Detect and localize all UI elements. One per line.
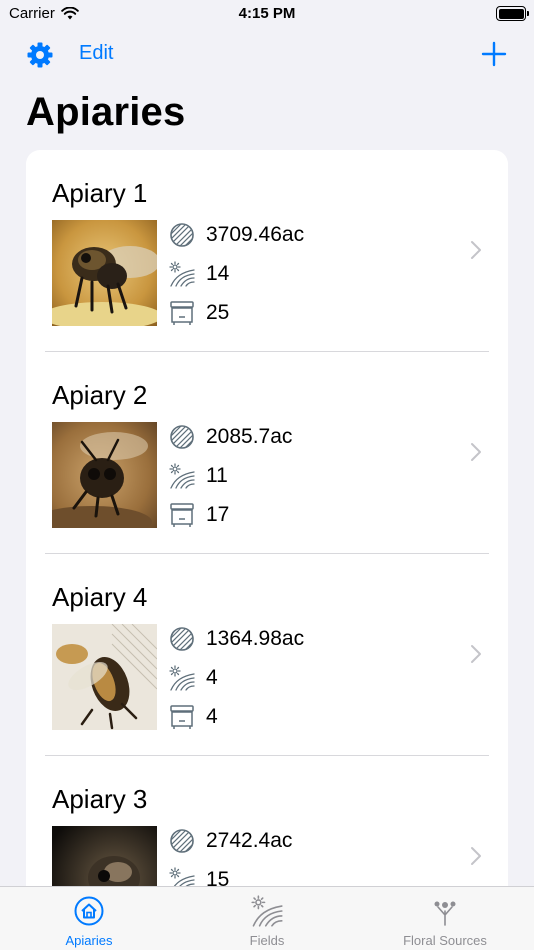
stat-hives: 4 (169, 702, 218, 732)
tab-label: Fields (249, 933, 285, 948)
plus-icon (481, 41, 507, 67)
hives-value: 4 (206, 705, 218, 728)
hives-value: 25 (206, 301, 230, 324)
area-value: 2742.4ac (206, 829, 293, 852)
apiary-row[interactable]: Apiary 4 1364.98ac 4 4 (26, 554, 508, 756)
area-icon (170, 829, 194, 853)
add-button[interactable] (480, 40, 508, 68)
battery-icon (496, 6, 529, 21)
tab-fields[interactable]: Fields (178, 887, 356, 950)
hive-icon (170, 705, 194, 729)
area-value: 2085.7ac (206, 425, 293, 448)
field-icon (169, 463, 195, 489)
apiary-row[interactable]: Apiary 1 3709.46ac 14 25 (26, 150, 508, 352)
settings-button[interactable] (25, 40, 55, 70)
screen: Carrier 4:15 PM Edit Apiaries Apiary 1 3… (0, 0, 534, 950)
stat-fields: 14 (169, 259, 229, 289)
tab-label: Apiaries (65, 933, 113, 948)
fields-value: 14 (206, 262, 230, 285)
stat-hives: 17 (169, 500, 229, 530)
status-bar: Carrier 4:15 PM (0, 0, 534, 30)
nav-bar: Edit (0, 36, 534, 76)
fields-value: 11 (206, 464, 228, 487)
area-icon (170, 627, 194, 651)
hives-value: 17 (206, 503, 230, 526)
gear-icon (27, 42, 53, 68)
apiary-name: Apiary 2 (52, 380, 148, 410)
edit-button[interactable]: Edit (79, 42, 113, 65)
stat-area: 3709.46ac (169, 220, 304, 250)
stat-hives: 25 (169, 298, 229, 328)
apiary-name: Apiary 3 (52, 784, 148, 814)
apiary-photo (52, 422, 157, 528)
tab-floral-sources[interactable]: Floral Sources (356, 887, 534, 950)
chevron-right-icon (471, 443, 481, 461)
field-icon (169, 665, 195, 691)
apiary-name: Apiary 1 (52, 178, 148, 208)
chevron-right-icon (471, 847, 481, 865)
area-value: 1364.98ac (206, 627, 305, 650)
area-value: 3709.46ac (206, 223, 305, 246)
page-title: Apiaries (26, 90, 186, 134)
apiary-photo (52, 220, 157, 326)
hive-icon (170, 503, 194, 527)
field-icon (251, 895, 283, 927)
stat-fields: 11 (169, 461, 228, 491)
apiary-list: Apiary 1 3709.46ac 14 25 Apiary 2 2085.7… (26, 150, 508, 910)
flower-icon (434, 901, 456, 926)
chevron-right-icon (471, 645, 481, 663)
apiary-photo (52, 624, 157, 730)
area-icon (170, 223, 194, 247)
field-icon (169, 261, 195, 287)
hive-icon (170, 301, 194, 325)
fields-value: 4 (206, 666, 218, 689)
tab-bar: Apiaries Fields Floral Sources (0, 886, 534, 950)
stat-area: 1364.98ac (169, 624, 304, 654)
chevron-right-icon (471, 241, 481, 259)
apiary-row[interactable]: Apiary 2 2085.7ac 11 17 (26, 352, 508, 554)
apiary-name: Apiary 4 (52, 582, 148, 612)
tab-label: Floral Sources (403, 933, 487, 948)
tab-apiaries[interactable]: Apiaries (0, 887, 178, 950)
stat-fields: 4 (169, 663, 218, 693)
house-circle-icon (74, 896, 104, 926)
stat-area: 2742.4ac (169, 826, 292, 856)
clock: 4:15 PM (238, 5, 296, 22)
area-icon (170, 425, 194, 449)
stat-area: 2085.7ac (169, 422, 292, 452)
